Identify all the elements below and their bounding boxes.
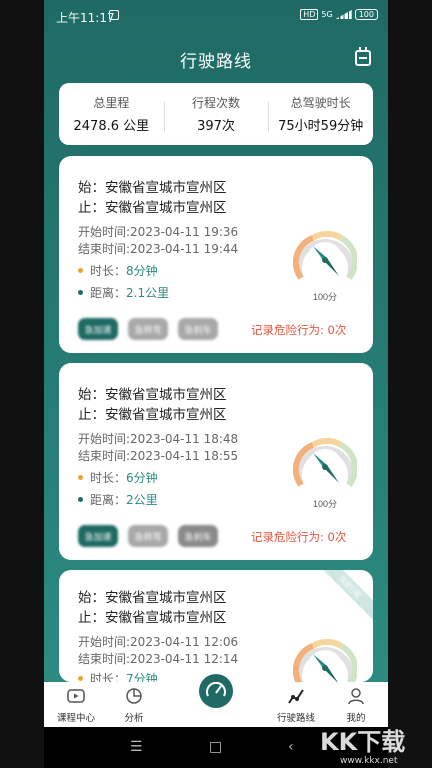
route-icon [288,689,304,704]
summary-card: 总里程 2478.6 公里 行程次数 397次 总驾驶时长 75小时59分钟 [59,83,373,145]
nav-label: 课程中心 [56,713,95,724]
summary-value: 75小时59分钟 [278,119,364,134]
tag-hard-brake: 急刹车 [178,525,218,547]
center-button-inner [199,674,233,708]
score-gauge-icon: 100分 [293,437,357,509]
ribbon-label: 驾驶行程 [323,570,373,620]
nav-item-analysis[interactable]: 分析 [104,682,164,727]
trip-start: 始：安徽省宣城市宣州区 [78,590,227,606]
trip-start-time: 开始时间:2023-04-11 19:36 [78,225,239,239]
signal-icon [335,10,352,19]
trip-start: 始：安徽省宣城市宣州区 [78,387,227,403]
trip-card[interactable]: 始：安徽省宣城市宣州区 止：安徽省宣城市宣州区 开始时间:2023-04-11 … [59,363,373,560]
tag-rapid-accel: 急加速 [78,318,118,340]
tag-sharp-turn: 急转弯 [128,525,168,547]
back-key-icon[interactable]: ‹ [288,739,294,755]
trip-end: 止：安徽省宣城市宣州区 [78,200,227,216]
summary-value: 2478.6 公里 [73,119,150,134]
trip-card[interactable]: 始：安徽省宣城市宣州区 止：安徽省宣城市宣州区 开始时间:2023-04-11 … [59,156,373,353]
trip-distance: 距离：2.1公里 [90,284,169,301]
center-drive-button[interactable] [195,670,237,712]
summary-label: 总里程 [93,96,130,110]
trip-duration: 时长：8分钟 [90,262,158,279]
calendar-icon[interactable] [355,47,371,66]
danger-count: 记录危险行为: 0次 [251,530,347,544]
status-right: HD 5G 100 [300,9,378,20]
tag-hard-brake: 急刹车 [178,318,218,340]
summary-label: 总驾驶时长 [290,96,351,110]
summary-total-distance: 总里程 2478.6 公里 [59,94,164,134]
battery-icon: 100 [354,9,378,20]
summary-total-duration: 总驾驶时长 75小时59分钟 [268,94,373,134]
score-label: 100分 [313,499,337,509]
score-label: 100分 [313,292,337,302]
tag-sharp-turn: 急转弯 [128,318,168,340]
notification-icon [109,10,119,20]
home-key-icon[interactable]: □ [209,739,222,755]
duration-label: 时长： [90,264,127,278]
page-title: 行驶路线 [180,52,252,72]
trip-distance: 距离：2公里 [90,491,158,508]
duration-value: 8分钟 [126,264,158,278]
duration-label: 时长： [90,471,127,485]
duration-value: 6分钟 [126,471,158,485]
phone-screen: 上午11:17 HD 5G 100 行驶路线 总里程 2478.6 公里 行程次… [44,0,388,768]
svg-text:KK下载: KK下载 [320,728,405,756]
score-gauge-icon: 100分 [293,230,357,302]
speedometer-icon [206,681,226,697]
tag-rapid-accel: 急加速 [78,525,118,547]
pie-chart-icon [126,688,142,704]
duration-label: 时长： [90,672,127,682]
summary-label: 行程次数 [192,96,241,110]
trip-duration: 时长：6分钟 [90,469,158,486]
duration-dot-icon [78,268,83,273]
trip-end: 止：安徽省宣城市宣州区 [78,610,227,626]
danger-count: 记录危险行为: 0次 [251,323,347,337]
distance-label: 距离： [90,493,127,507]
trip-end-time: 结束时间:2023-04-11 12:14 [78,652,239,666]
ribbon-badge: 驾驶行程 [323,570,373,620]
svg-text:www.kkx.net: www.kkx.net [340,756,398,766]
distance-value: 2公里 [126,493,158,507]
trip-start-time: 开始时间:2023-04-11 12:06 [78,635,239,649]
trip-duration: 时长：7分钟 [90,670,158,682]
summary-trip-count: 行程次数 397次 [163,94,269,134]
duration-dot-icon [78,475,83,480]
distance-value: 2.1公里 [126,286,170,300]
distance-dot-icon [78,290,83,295]
trip-end-time: 结束时间:2023-04-11 19:44 [78,242,239,256]
video-icon [67,689,85,703]
person-icon [348,688,364,705]
trip-end-time: 结束时间:2023-04-11 18:55 [78,449,239,463]
watermark-logo: KK下载 www.kkx.net [320,728,405,766]
nav-label: 分析 [124,713,144,724]
status-time: 上午11:17 [56,11,115,25]
status-bar: 上午11:17 HD 5G 100 [44,0,388,30]
score-gauge-icon [293,638,357,682]
trip-card[interactable]: 驾驶行程 始：安徽省宣城市宣州区 止：安徽省宣城市宣州区 开始时间:2023-0… [59,570,373,682]
trip-start: 始：安徽省宣城市宣州区 [78,180,227,196]
distance-dot-icon [78,497,83,502]
network-label: 5G [321,10,333,19]
duration-value: 7分钟 [126,672,158,682]
duration-dot-icon [78,676,83,681]
hd-icon: HD [300,9,319,20]
menu-key-icon[interactable]: ☰ [130,739,143,755]
summary-value: 397次 [197,119,235,134]
nav-item-course-center[interactable]: 课程中心 [46,682,106,727]
distance-label: 距离： [90,286,127,300]
trip-start-time: 开始时间:2023-04-11 18:48 [78,432,239,446]
trip-list[interactable]: 始：安徽省宣城市宣州区 止：安徽省宣城市宣州区 开始时间:2023-04-11 … [59,156,373,682]
trip-end: 止：安徽省宣城市宣州区 [78,407,227,423]
